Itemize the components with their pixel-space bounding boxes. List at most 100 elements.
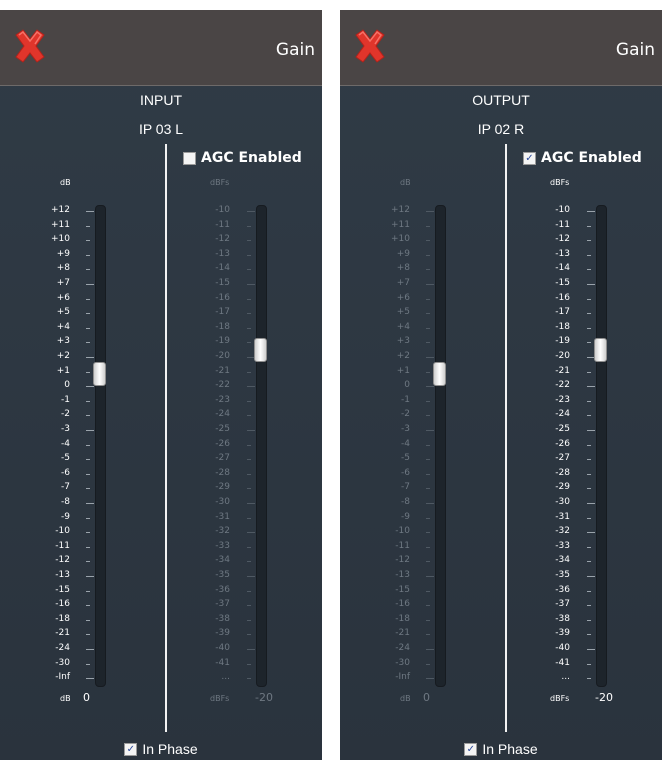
- unit-label: dBFs: [550, 178, 570, 187]
- scale-tick-label: -26: [215, 438, 230, 449]
- scale-tick-mark: [247, 532, 255, 534]
- scale-tick-mark: [247, 284, 255, 285]
- scale-tick-label: -40: [555, 643, 570, 653]
- scale-tick-mark: [247, 430, 255, 431]
- scale-tick-mark: [587, 400, 591, 402]
- scale-tick-mark: [587, 605, 591, 607]
- scale-tick-label: -27: [215, 453, 230, 464]
- fader-track[interactable]: [596, 205, 607, 687]
- scale-tick-label: -13: [555, 248, 570, 259]
- scale-tick-label: -35: [555, 570, 570, 580]
- scale-tick-mark: [247, 313, 251, 315]
- scale-tick-mark: [247, 211, 255, 212]
- scale-tick-label: -39: [555, 628, 570, 639]
- scale-tick-mark: [247, 342, 251, 344]
- scale-tick-label: -26: [555, 438, 570, 449]
- scale-tick-mark: [247, 327, 251, 329]
- scale-tick-mark: [587, 561, 591, 563]
- scale-tick-mark: [247, 459, 251, 461]
- scale-tick-mark: [247, 371, 251, 373]
- scale-tick-mark: [587, 576, 595, 577]
- scale-tick-label: -17: [215, 307, 230, 318]
- scale-tick-label: -36: [215, 584, 230, 595]
- scale-tick-label: -14: [215, 263, 230, 274]
- scale-tick-label: -12: [555, 234, 570, 245]
- fader-handle[interactable]: [254, 338, 267, 362]
- scale-tick-mark: [587, 415, 591, 417]
- scale-tick-label: -20: [555, 351, 570, 361]
- scale-tick-mark: [587, 503, 595, 504]
- fader-handle[interactable]: [594, 338, 607, 362]
- scale-tick-mark: [247, 619, 251, 621]
- scale-tick-label: -25: [555, 424, 570, 434]
- scale-tick-label: -36: [555, 584, 570, 595]
- scale-tick-label: -33: [555, 540, 570, 551]
- scale-tick-label: -30: [555, 497, 570, 507]
- scale-tick-label: -14: [555, 263, 570, 274]
- dbfs-fader: dBFs -10 -11 -12 -13 -14 -15 -16 -17 -18 -19 -20 -21…: [340, 10, 662, 760]
- scale-tick-mark: [587, 532, 595, 534]
- scale-tick-label: -32: [555, 526, 570, 537]
- scale-tick-mark: [247, 254, 251, 256]
- unit-label-bottom: dBFs: [550, 694, 570, 703]
- scale-tick-label: -19: [215, 336, 230, 347]
- scale-tick-label: -29: [555, 482, 570, 493]
- scale-tick-mark: [247, 517, 251, 519]
- dbfs-fader: dBFs -10 -11 -12 -13 -14 -15 -16 -17 -18 -19 -20 -21…: [0, 10, 322, 760]
- scale-tick-mark: [587, 488, 591, 490]
- scale-tick-mark: [587, 517, 591, 519]
- in-phase-toggle[interactable]: ✓ In Phase: [0, 741, 322, 757]
- scale-tick-label: -41: [555, 657, 570, 668]
- in-phase-toggle[interactable]: ✓ In Phase: [340, 741, 662, 757]
- scale-tick-mark: [247, 444, 251, 446]
- scale-tick-label: -24: [555, 409, 570, 420]
- scale-tick-label: ...: [561, 672, 570, 683]
- scale-tick-mark: [587, 313, 591, 315]
- scale-tick-label: -19: [555, 336, 570, 347]
- scale-tick-label: -25: [215, 424, 230, 434]
- scale-tick-mark: [247, 649, 255, 650]
- scale-tick-label: -15: [215, 278, 230, 288]
- scale-tick-label: ...: [221, 672, 230, 683]
- scale-tick-label: -33: [215, 540, 230, 551]
- scale-tick-mark: [587, 269, 591, 271]
- value-readout: -20: [595, 691, 613, 704]
- scale-tick-mark: [587, 590, 591, 592]
- scale-tick-label: -18: [215, 321, 230, 332]
- scale-tick-mark: [587, 240, 591, 242]
- scale-tick-mark: [247, 298, 251, 300]
- scale-tick-label: -16: [215, 292, 230, 303]
- scale-tick-label: -15: [555, 278, 570, 288]
- output-panel: Gain OUTPUT IP 02 R ✓ AGC Enabled dB +12 +…: [340, 10, 662, 760]
- scale-tick-mark: [247, 561, 251, 563]
- scale-tick-mark: [587, 663, 591, 665]
- scale-tick-mark: [587, 430, 595, 431]
- in-phase-label: In Phase: [142, 741, 198, 757]
- scale-tick-label: -31: [555, 511, 570, 522]
- scale-tick-mark: [247, 473, 251, 475]
- scale-tick-label: -22: [215, 380, 230, 391]
- scale-tick-mark: [587, 473, 591, 475]
- scale-tick-label: -37: [215, 599, 230, 610]
- scale-tick-mark: [587, 386, 595, 388]
- checkbox-icon[interactable]: ✓: [124, 742, 138, 756]
- scale-tick-mark: [587, 254, 591, 256]
- scale-tick-mark: [247, 415, 251, 417]
- scale-tick-label: -34: [215, 555, 230, 566]
- scale-tick-label: -27: [555, 453, 570, 464]
- fader-track[interactable]: [256, 205, 267, 687]
- scale-tick-mark: [247, 386, 255, 388]
- scale-tick-mark: [247, 269, 251, 271]
- scale-tick-mark: [587, 371, 591, 373]
- scale-tick-mark: [247, 503, 255, 504]
- scale-tick-mark: [247, 546, 251, 548]
- scale-tick-label: -35: [215, 570, 230, 580]
- scale-tick-mark: [247, 488, 251, 490]
- scale-tick-label: -10: [215, 205, 230, 215]
- scale-tick-mark: [587, 342, 591, 344]
- scale-tick-label: -34: [555, 555, 570, 566]
- scale-tick-label: -17: [555, 307, 570, 318]
- scale-tick-label: -30: [215, 497, 230, 507]
- checkbox-icon[interactable]: ✓: [464, 742, 478, 756]
- scale-tick-mark: [587, 546, 591, 548]
